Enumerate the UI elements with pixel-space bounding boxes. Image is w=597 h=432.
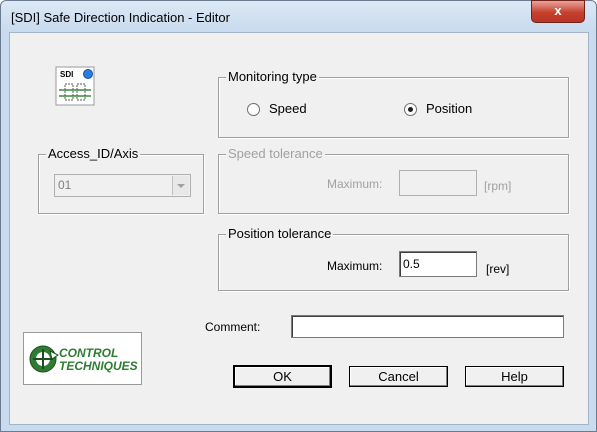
speed-radio[interactable] [247, 103, 260, 116]
speed-max-input [399, 170, 477, 196]
comment-input[interactable] [291, 315, 564, 338]
speed-tolerance-legend: Speed tolerance [226, 146, 325, 161]
title-bar[interactable]: [SDI] Safe Direction Indication - Editor… [1, 0, 596, 33]
ok-button[interactable]: OK [233, 365, 332, 388]
logo-text-line2: TECHNIQUES [59, 359, 138, 373]
dialog-client-area: SDI Monitoring type Speed Position Acces… [9, 32, 589, 425]
speed-radio-label[interactable]: Speed [269, 101, 307, 116]
speed-unit-label: [rpm] [484, 179, 512, 193]
access-axis-value: 01 [58, 178, 72, 192]
speed-max-label: Maximum: [327, 177, 383, 191]
monitoring-type-legend: Monitoring type [226, 69, 319, 84]
position-radio-selected-dot [408, 107, 413, 112]
cancel-button[interactable]: Cancel [349, 366, 448, 387]
position-max-label: Maximum: [327, 259, 383, 273]
close-button[interactable]: x [531, 0, 585, 23]
position-max-input[interactable]: 0.5 [399, 251, 477, 277]
control-techniques-logo: CONTROL TECHNIQUES [23, 332, 142, 385]
close-icon: x [554, 3, 562, 18]
editor-window: [SDI] Safe Direction Indication - Editor… [0, 0, 597, 432]
window-title: [SDI] Safe Direction Indication - Editor [11, 10, 230, 25]
logo-text-line1: CONTROL [59, 346, 118, 360]
access-axis-legend: Access_ID/Axis [46, 146, 141, 161]
position-radio[interactable] [404, 103, 417, 116]
monitoring-type-group: Monitoring type Speed Position [218, 69, 569, 138]
position-unit-label: [rev] [486, 262, 510, 276]
access-axis-select[interactable]: 01 [54, 174, 191, 197]
comment-label: Comment: [205, 320, 261, 334]
sdi-function-icon: SDI [55, 66, 95, 106]
help-button[interactable]: Help [465, 366, 564, 387]
position-tolerance-group: Position tolerance Maximum: 0.5 [rev] [218, 226, 569, 291]
position-tolerance-legend: Position tolerance [226, 226, 334, 241]
chevron-down-icon[interactable] [172, 176, 189, 195]
sdi-icon-label: SDI [60, 70, 73, 79]
speed-tolerance-group: Speed tolerance Maximum: [rpm] [218, 146, 569, 214]
access-axis-group: Access_ID/Axis 01 [38, 146, 204, 214]
position-radio-label[interactable]: Position [426, 101, 472, 116]
control-techniques-logo-graphic: CONTROL TECHNIQUES [29, 345, 138, 373]
